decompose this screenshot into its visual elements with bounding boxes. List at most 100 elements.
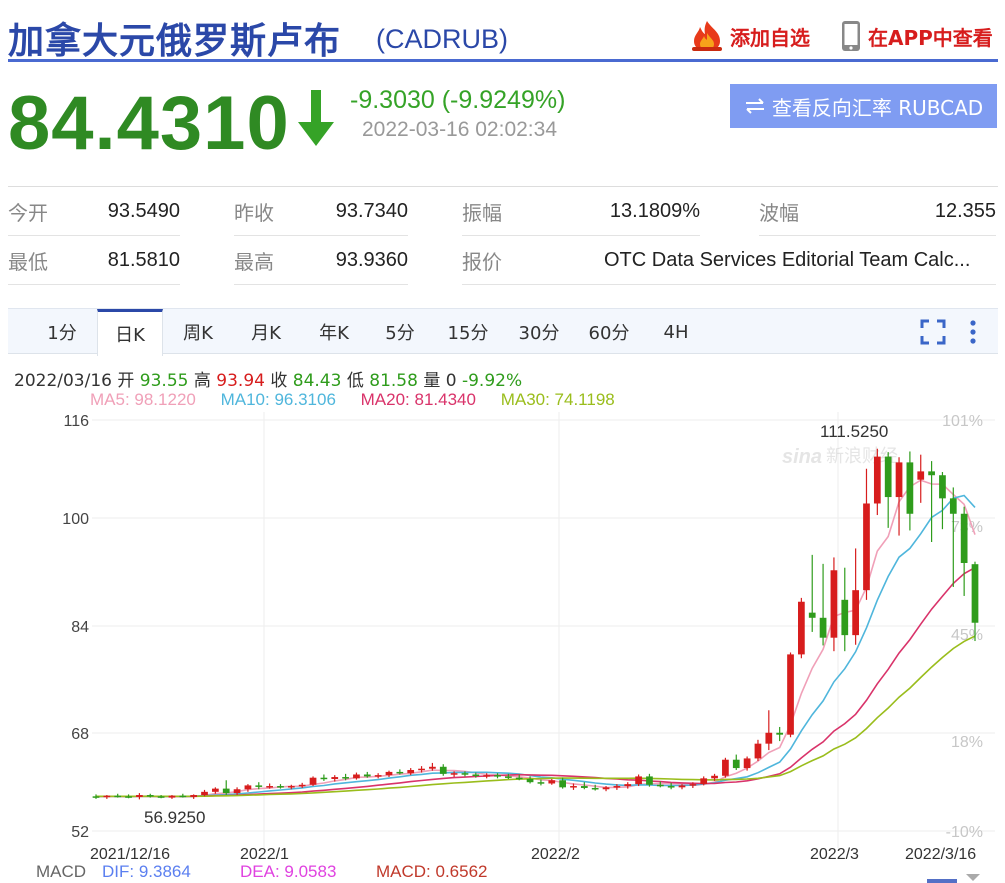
candle-body — [700, 778, 708, 785]
candle-body — [917, 471, 925, 480]
candle-body — [646, 776, 653, 785]
candle-body — [461, 773, 469, 775]
phone-icon — [842, 21, 860, 51]
scroll-indicator[interactable] — [927, 879, 957, 883]
info-low: 81.58 — [369, 371, 418, 391]
candle-body — [852, 590, 859, 636]
candle-body — [613, 786, 621, 788]
stat-label: 波幅 — [759, 200, 799, 225]
candle-body — [287, 786, 295, 788]
tab-4h[interactable]: 4H — [644, 309, 708, 355]
y-tick-label: 52 — [71, 824, 89, 841]
candle-body — [190, 795, 198, 797]
tab-30min[interactable]: 30分 — [504, 309, 574, 355]
candle-body — [298, 784, 306, 787]
candle-body — [429, 766, 436, 769]
min-annotation: 56.9250 — [144, 808, 205, 827]
candle-body — [222, 788, 230, 794]
candle-body — [385, 771, 393, 776]
stat-quote-source: 报价 OTC Data Services Editorial Team Calc… — [462, 236, 996, 285]
ma10-line — [95, 494, 976, 798]
candle-body — [928, 471, 935, 476]
view-in-app-button[interactable]: 在APP中查看 — [840, 20, 993, 52]
candle-body — [765, 732, 773, 744]
candle-body — [798, 601, 805, 655]
candle-body — [548, 780, 556, 784]
tab-weekly-k[interactable]: 周K — [164, 309, 232, 355]
candle-body — [689, 784, 697, 786]
x-tick-label: 2022/3/16 — [905, 846, 976, 863]
stat-low: 最低 81.5810 — [8, 236, 180, 285]
candle-body — [494, 775, 501, 777]
candle-body — [667, 786, 675, 788]
y-tick-label: 116 — [63, 413, 89, 430]
candle-body — [863, 503, 870, 591]
pct-tick-label: 101% — [942, 413, 983, 430]
candle-body — [602, 787, 610, 790]
candle-body — [515, 777, 523, 780]
tab-daily-k[interactable]: 日K — [97, 309, 163, 356]
sina-logo: sina — [782, 446, 822, 468]
stats-table: 今开 93.5490 昨收 93.7340 振幅 13.1809% 波幅 12.… — [8, 186, 998, 286]
candle-body — [949, 498, 957, 514]
chart-grid — [92, 412, 995, 848]
ma30-legend: MA30: 74.1198 — [500, 390, 615, 409]
info-close: 84.43 — [292, 371, 342, 391]
candle-body — [884, 456, 892, 498]
candle-body — [92, 796, 100, 798]
add-favorite-button[interactable]: 添加自选 — [690, 20, 810, 52]
candle-body — [906, 462, 914, 514]
swap-arrows-icon — [745, 98, 764, 114]
candle-body — [233, 789, 241, 794]
candle-body — [353, 774, 360, 779]
stat-prev-close: 昨收 93.7340 — [234, 187, 408, 236]
stat-label: 报价 — [462, 249, 502, 274]
fullscreen-icon[interactable] — [920, 319, 946, 345]
candle-body — [418, 768, 425, 771]
candle-body — [841, 599, 849, 636]
stat-value: 93.7340 — [335, 199, 408, 222]
macd-dif: DIF: 9.3864 — [102, 862, 191, 881]
stat-value: 93.9360 — [335, 248, 408, 271]
ma5-line — [95, 479, 976, 798]
info-open: 93.55 — [139, 371, 189, 391]
candle-body — [711, 775, 718, 779]
candle-body — [895, 462, 903, 498]
view-in-app-label: 在APP中查看 — [868, 25, 993, 50]
current-price: 84.4310 — [8, 81, 290, 166]
stat-value: OTC Data Services Editorial Team Calc... — [604, 248, 971, 271]
candle-body — [591, 787, 599, 790]
tab-15min[interactable]: 15分 — [432, 309, 504, 355]
candle-body — [559, 780, 566, 788]
sina-watermark: sina 新浪财经 — [782, 446, 898, 468]
candle-body — [939, 475, 946, 499]
candle-body — [526, 778, 534, 783]
candle-body — [483, 775, 491, 777]
period-tabs: 1分 日K 周K 月K 年K 5分 15分 30分 60分 4H — [8, 308, 998, 356]
info-date: 2022/03/16 — [14, 371, 112, 391]
tab-yearly-k[interactable]: 年K — [300, 309, 368, 355]
candle-body — [743, 758, 751, 769]
stat-label: 今开 — [8, 200, 48, 225]
candle-body — [201, 791, 208, 796]
info-volume-label: 量 — [423, 371, 441, 391]
stat-label: 昨收 — [234, 200, 274, 225]
macd-dea: DEA: 9.0583 — [240, 862, 336, 881]
reverse-rate-label: 查看反向汇率 RUBCAD — [771, 95, 984, 120]
candle-body — [146, 795, 154, 797]
x-tick-label: 2022/2 — [531, 846, 580, 863]
tab-60min[interactable]: 60分 — [574, 309, 644, 355]
tab-1min[interactable]: 1分 — [28, 309, 96, 355]
macd-label: MACD — [36, 862, 86, 881]
candle-body — [136, 795, 143, 797]
stat-label: 振幅 — [462, 200, 502, 225]
candle-body — [830, 570, 838, 638]
down-arrow-icon — [298, 90, 334, 146]
reverse-rate-button[interactable]: 查看反向汇率 RUBCAD — [730, 84, 997, 128]
scroll-down-icon[interactable] — [966, 874, 980, 881]
more-options-icon[interactable] — [966, 319, 980, 345]
tab-5min[interactable]: 5分 — [368, 309, 432, 355]
candle-body — [266, 786, 273, 788]
tab-monthly-k[interactable]: 月K — [232, 309, 300, 355]
stat-high: 最高 93.9360 — [234, 236, 408, 285]
